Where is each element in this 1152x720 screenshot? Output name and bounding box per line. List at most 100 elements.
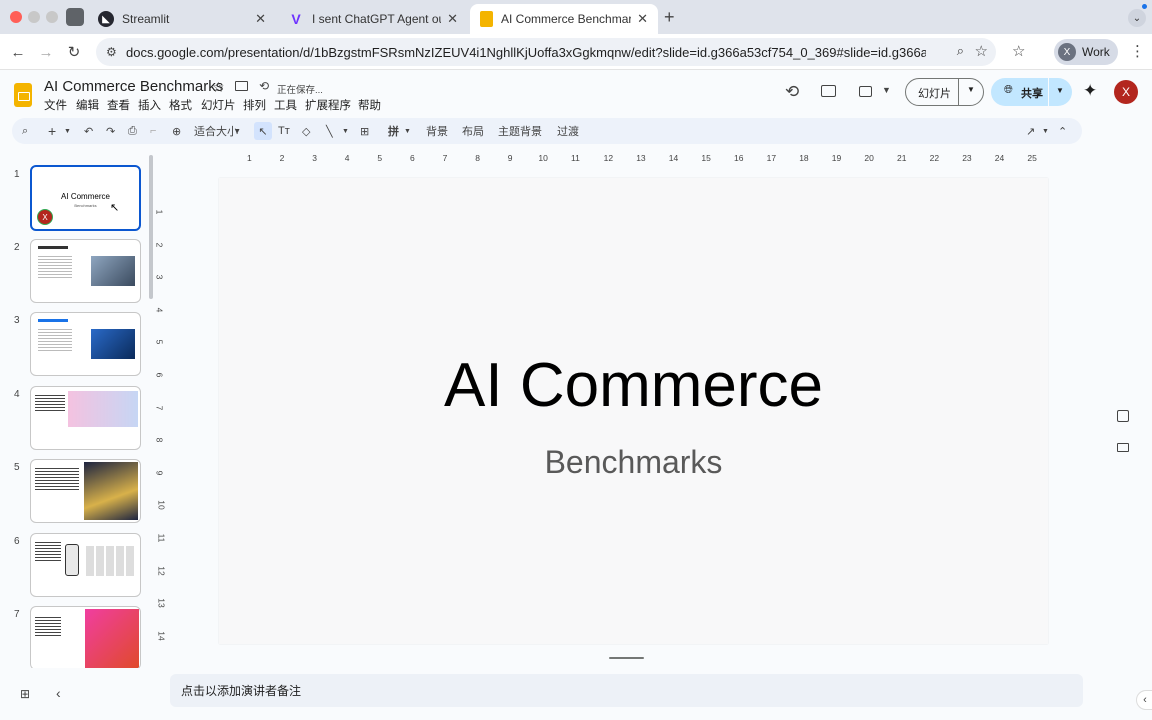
new-slide-dropdown-icon[interactable]: ▼ — [64, 122, 71, 140]
menu-help[interactable]: 帮助 — [358, 97, 381, 113]
thumb-text — [35, 615, 61, 637]
slide-thumbnail-5[interactable] — [30, 459, 141, 523]
menu-file[interactable]: 文件 — [44, 97, 67, 113]
slide-title-text[interactable]: AI Commerce — [219, 350, 1048, 421]
slide-subtitle-text[interactable]: Benchmarks — [219, 444, 1048, 481]
tab-search-button[interactable]: ⌄ — [1128, 9, 1146, 27]
comments-icon[interactable] — [821, 85, 836, 97]
close-window-button[interactable] — [10, 11, 22, 23]
folder-icon[interactable] — [1117, 443, 1129, 452]
editing-toolbar: ⌕ + ▼ ↶ ↷ ⎙ ⌐ ⊕ 适合大小 ▼ ↖ Tт ◇ ╲ ▼ ⊞ 拼 ▼ … — [12, 118, 1082, 144]
zoom-dropdown-icon[interactable]: ▼ — [234, 122, 241, 140]
pen-dropdown-icon[interactable]: ▼ — [1042, 122, 1049, 140]
profile-chip[interactable]: X Work — [1054, 39, 1118, 65]
forward-button[interactable]: → — [36, 42, 56, 62]
share-button[interactable]: 共享 — [1021, 85, 1043, 101]
menu-tools[interactable]: 工具 — [274, 97, 297, 113]
share-dropdown-icon[interactable]: ▼ — [1056, 86, 1064, 95]
google-slides-logo-icon[interactable] — [14, 83, 32, 107]
slideshow-button[interactable]: 幻灯片 — [918, 85, 951, 101]
slide-thumbnail-6[interactable] — [30, 533, 141, 597]
search-menus-icon[interactable]: ⌕ — [22, 122, 28, 140]
menu-format[interactable]: 格式 — [169, 97, 192, 113]
collapse-filmstrip-icon[interactable]: ‹ — [56, 685, 61, 701]
zoom-icon[interactable]: ⊕ — [172, 122, 181, 140]
close-tab-icon[interactable]: ✕ — [447, 11, 458, 27]
slide-thumbnail-1[interactable]: AI Commerce Benchmarks X ↖ — [30, 165, 141, 231]
meet-dropdown-icon[interactable]: ▼ — [882, 85, 891, 95]
select-cursor-icon[interactable]: ↖ — [254, 122, 272, 140]
text-box-icon[interactable]: Tт — [278, 122, 290, 140]
collapse-toolbar-icon[interactable]: ⌃ — [1058, 122, 1067, 140]
ruler-tick-label: 17 — [766, 153, 777, 163]
print-icon[interactable]: ⎙ — [128, 122, 137, 140]
tab-ai-commerce-benchmarks[interactable]: AI Commerce Benchmarks - G ✕ — [470, 4, 658, 34]
new-slide-icon[interactable]: + — [48, 122, 56, 140]
url-omnibox[interactable]: ⚙ docs.google.com/presentation/d/1bBzgst… — [96, 38, 996, 66]
back-button[interactable]: ← — [8, 42, 28, 62]
thumb-subtitle: Benchmarks — [74, 203, 97, 208]
redo-icon[interactable]: ↷ — [106, 122, 115, 140]
menu-extensions[interactable]: 扩展程序 — [305, 97, 351, 113]
zoom-icon[interactable]: ⌕ — [957, 43, 964, 59]
grid-dropdown-icon[interactable]: ▼ — [404, 122, 411, 140]
star-icon[interactable]: ☆ — [212, 79, 225, 96]
bookmark-star-icon[interactable]: ☆ — [975, 42, 988, 60]
menu-edit[interactable]: 编辑 — [76, 97, 99, 113]
reading-list-icon[interactable]: ☆ — [1012, 42, 1025, 60]
tab-streamlit[interactable]: ◣ Streamlit ✕ — [88, 4, 276, 34]
new-tab-button[interactable]: + — [664, 7, 675, 28]
gemini-sparkle-icon[interactable]: ✦ — [1083, 81, 1097, 101]
slide-number: 2 — [14, 242, 20, 253]
menu-slide[interactable]: 幻灯片 — [201, 97, 236, 113]
tab-group-icon[interactable] — [66, 8, 84, 26]
slide-thumbnail-2[interactable] — [30, 239, 141, 303]
site-info-icon[interactable]: ⚙ — [106, 45, 117, 59]
reload-button[interactable]: ↻ — [64, 42, 84, 62]
meet-camera-icon[interactable] — [859, 86, 872, 97]
ruler-tick-label: 22 — [929, 153, 940, 163]
speaker-notes[interactable]: 点击以添加演讲者备注 — [170, 674, 1083, 707]
move-folder-icon[interactable] — [235, 81, 248, 91]
slide-thumbnail-3[interactable] — [30, 312, 141, 376]
tab-chatgpt-article[interactable]: V I sent ChatGPT Agent out to s ✕ — [278, 4, 468, 34]
keep-notes-icon[interactable] — [1117, 410, 1129, 422]
horizontal-ruler[interactable]: 1 2 3 4 5 6 7 8 9 10 11 12 13 14 15 16 17 18 19 20 21 22 23 24 2… — [170, 152, 1082, 166]
maximize-window-button[interactable] — [46, 11, 58, 23]
grid-icon[interactable]: 拼 — [388, 122, 399, 140]
menu-view[interactable]: 查看 — [107, 97, 130, 113]
background-button[interactable]: 背景 — [426, 122, 448, 140]
menu-insert[interactable]: 插入 — [138, 97, 161, 113]
transition-button[interactable]: 过渡 — [557, 122, 579, 140]
slide-number: 1 — [14, 169, 20, 180]
document-title[interactable]: AI Commerce Benchmarks — [44, 78, 223, 95]
browser-menu-icon[interactable]: ⋮ — [1130, 42, 1145, 60]
notes-resize-handle[interactable] — [609, 657, 644, 659]
minimize-window-button[interactable] — [28, 11, 40, 23]
paint-format-icon[interactable]: ⌐ — [150, 122, 156, 140]
slide-thumbnail-4[interactable] — [30, 386, 141, 450]
vertical-ruler[interactable]: 1 2 3 4 5 6 7 8 9 10 11 12 13 14 — [154, 178, 168, 644]
line-dropdown-icon[interactable]: ▼ — [342, 122, 349, 140]
zoom-select[interactable]: 适合大小 — [194, 122, 238, 140]
close-tab-icon[interactable]: ✕ — [637, 11, 648, 27]
line-icon[interactable]: ╲ — [326, 122, 333, 140]
filmstrip-scrollbar[interactable] — [149, 155, 153, 299]
theme-button[interactable]: 主题背景 — [498, 122, 542, 140]
expand-side-panel-icon[interactable]: ‹ — [1136, 690, 1152, 710]
ruler-tick-label: 9 — [154, 470, 165, 476]
menu-arrange[interactable]: 排列 — [243, 97, 266, 113]
close-tab-icon[interactable]: ✕ — [255, 11, 266, 27]
undo-icon[interactable]: ↶ — [84, 122, 93, 140]
pen-tool-icon[interactable]: ↗ — [1026, 122, 1035, 140]
insert-comment-icon[interactable]: ⊞ — [360, 122, 369, 140]
shape-icon[interactable]: ◇ — [302, 122, 310, 140]
account-avatar[interactable]: X — [1114, 80, 1138, 104]
slide-editor[interactable]: AI Commerce Benchmarks — [219, 178, 1048, 644]
version-history-icon[interactable]: ⟲ — [785, 82, 799, 102]
ruler-tick-label: 6 — [154, 372, 165, 378]
layout-button[interactable]: 布局 — [462, 122, 484, 140]
slideshow-dropdown-icon[interactable]: ▼ — [967, 85, 975, 94]
grid-view-icon[interactable]: ⊞ — [20, 687, 30, 701]
slide-thumbnail-7[interactable] — [30, 606, 141, 668]
